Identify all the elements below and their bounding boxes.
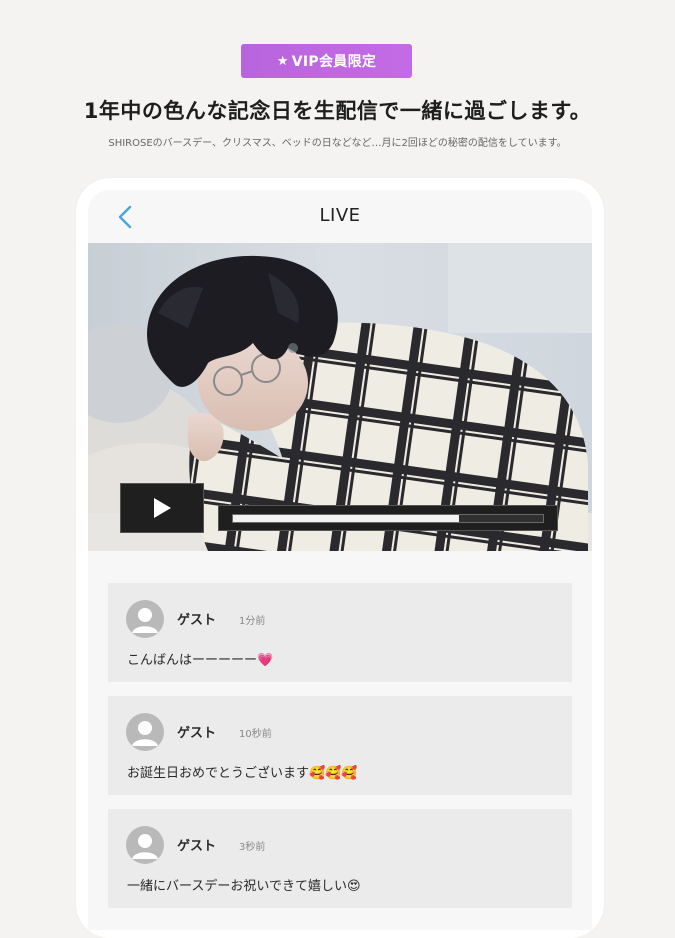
page-subheadline: SHIROSEのバースデー、クリスマス、ベッドの日などなど…月に2回ほどの秘密の…	[108, 138, 567, 149]
live-video-player[interactable]	[88, 243, 592, 551]
seek-bar[interactable]	[218, 505, 558, 531]
comment-body: こんばんはーーーーー	[127, 653, 258, 668]
vip-badge-label: VIP会員限定	[291, 54, 377, 70]
seek-progress-fill	[233, 515, 460, 522]
comment-author: ゲスト	[177, 839, 217, 854]
page-headline: 1年中の色んな記念日を生配信で一緒に過ごします。	[83, 99, 592, 123]
comment-timestamp: 3秒前	[239, 842, 266, 853]
comment-body: お誕生日おめでとうございます	[127, 766, 310, 781]
comment-text: お誕生日おめでとうございます🥰🥰🥰	[127, 762, 358, 781]
avatar	[126, 713, 164, 751]
vip-members-badge: ★ VIP会員限定	[241, 44, 412, 78]
phone-mockup: LIVE ゲスト 1分前 こんばんはーーーーー💗 ゲスト 10秒前 お誕生日おめ…	[76, 178, 604, 938]
comment-item: ゲスト 3秒前 一緒にバースデーお祝いできて嬉しい😍	[108, 809, 572, 908]
avatar	[126, 600, 164, 638]
user-icon	[132, 834, 158, 859]
play-icon	[154, 498, 171, 518]
comment-text: 一緒にバースデーお祝いできて嬉しい😍	[127, 875, 361, 894]
play-button[interactable]	[120, 483, 204, 533]
comment-timestamp: 10秒前	[239, 729, 272, 740]
app-screen: LIVE ゲスト 1分前 こんばんはーーーーー💗 ゲスト 10秒前 お誕生日おめ…	[88, 190, 592, 930]
screen-title: LIVE	[319, 205, 361, 226]
comment-author: ゲスト	[177, 726, 217, 741]
comment-list: ゲスト 1分前 こんばんはーーーーー💗 ゲスト 10秒前 お誕生日おめでとうござ…	[108, 583, 572, 922]
nav-bar: LIVE	[88, 190, 592, 243]
user-icon	[132, 721, 158, 746]
comment-item: ゲスト 1分前 こんばんはーーーーー💗	[108, 583, 572, 682]
heart-eyes-emoji: 😍	[346, 879, 361, 894]
pink-heart-emoji: 💗	[257, 653, 274, 668]
star-icon: ★	[276, 53, 289, 69]
comment-item: ゲスト 10秒前 お誕生日おめでとうございます🥰🥰🥰	[108, 696, 572, 795]
comment-author: ゲスト	[177, 613, 217, 628]
comment-body: 一緒にバースデーお祝いできて嬉しい	[127, 879, 347, 894]
comment-timestamp: 1分前	[239, 616, 266, 627]
hearts-face-emoji: 🥰🥰🥰	[309, 766, 358, 781]
comment-text: こんばんはーーーーー💗	[127, 649, 273, 668]
avatar	[126, 826, 164, 864]
seek-track	[232, 514, 544, 523]
user-icon	[132, 608, 158, 633]
